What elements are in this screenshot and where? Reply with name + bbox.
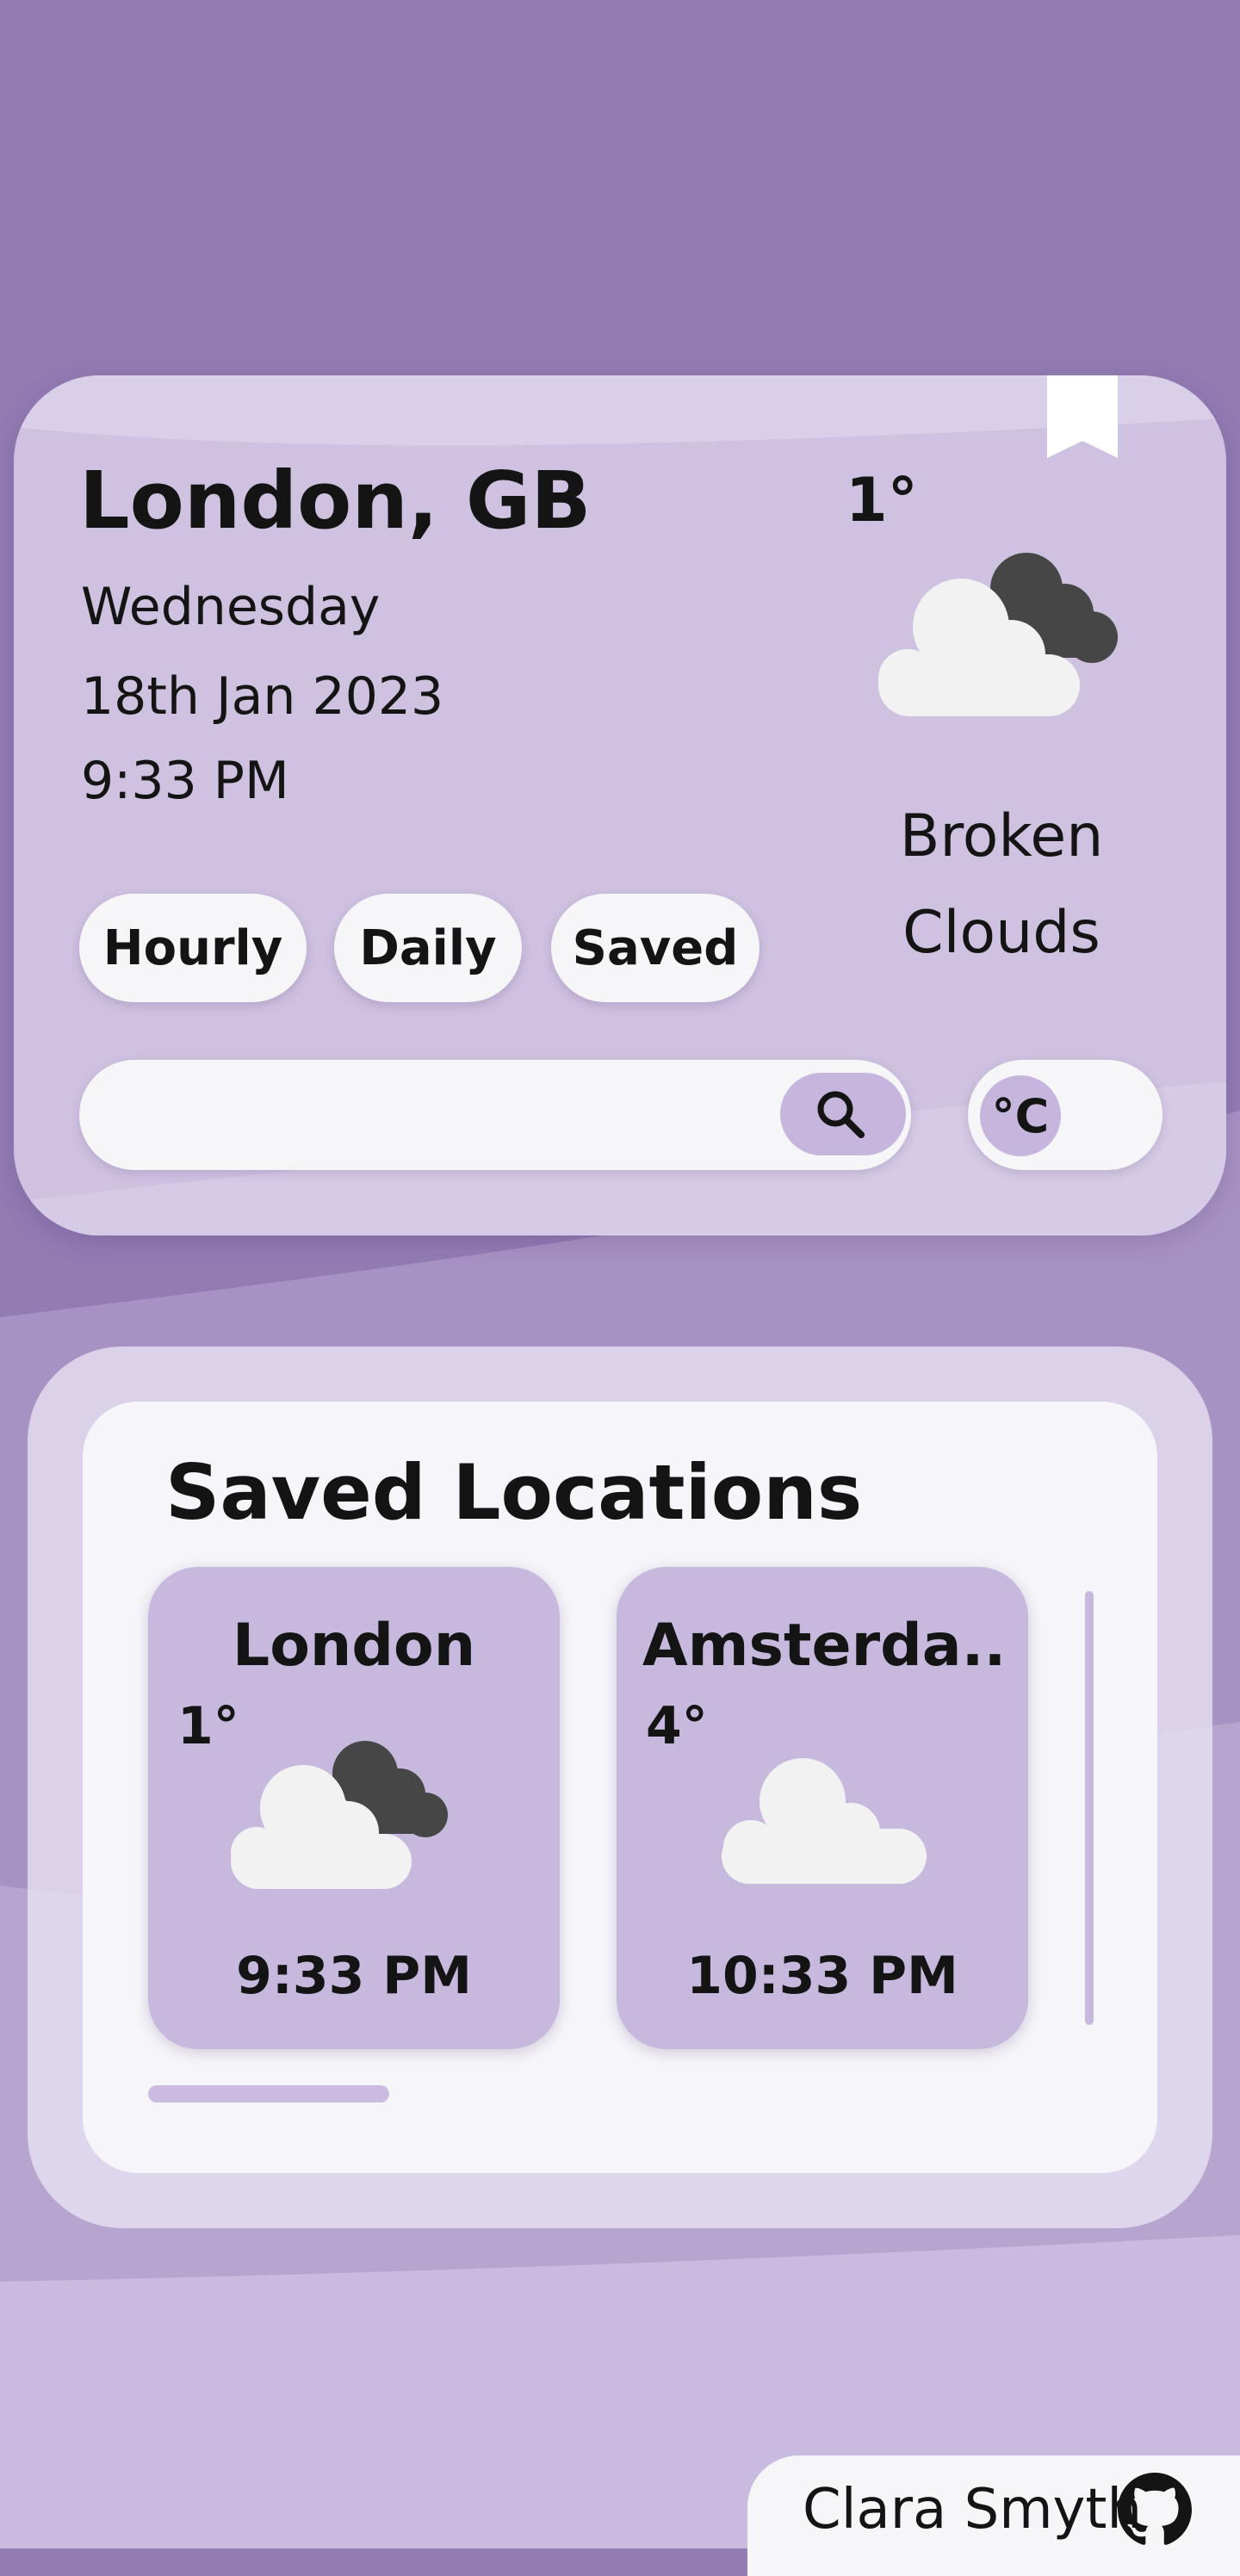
bookmark-icon[interactable]	[1044, 375, 1121, 465]
city-title: London, GB	[79, 455, 592, 547]
condition-line-2: Clouds	[902, 899, 1100, 967]
weather-condition: Broken Clouds	[834, 789, 1169, 981]
author-name: Clara Smyth	[803, 2478, 1143, 2542]
saved-location-card-amsterdam[interactable]: Amsterda... 4° 10:33 PM	[617, 1567, 1028, 2049]
current-weather-card: London, GB Wednesday 18th Jan 2023 9:33 …	[14, 375, 1226, 1235]
condition-line-1: Broken	[899, 802, 1104, 870]
footer-credit[interactable]: Clara Smyth	[747, 2455, 1240, 2576]
current-temperature: 1°	[846, 465, 918, 536]
saved-location-card-london[interactable]: London 1° 9:33 PM	[148, 1567, 560, 2049]
saved-locations-card: Saved Locations London 1° 9:33 PM Amster…	[83, 1402, 1157, 2173]
search-button[interactable]	[780, 1073, 906, 1155]
github-icon[interactable]	[1118, 2473, 1192, 2547]
location-name: Amsterda...	[642, 1612, 1002, 1680]
broken-clouds-icon	[878, 553, 1118, 716]
saved-location-card-next[interactable]	[1085, 1591, 1094, 2025]
tab-daily[interactable]: Daily	[334, 894, 522, 1002]
tab-saved[interactable]: Saved	[551, 894, 760, 1002]
weekday-label: Wednesday	[81, 577, 381, 637]
location-temperature: 1°	[177, 1696, 239, 1756]
horizontal-scrollbar[interactable]	[148, 2085, 389, 2102]
search-input[interactable]	[114, 1081, 789, 1151]
location-time: 10:33 PM	[686, 1946, 958, 2006]
time-label: 9:33 PM	[81, 751, 289, 811]
search-icon	[817, 1091, 865, 1138]
unit-toggle[interactable]: °C	[968, 1060, 1162, 1170]
date-label: 18th Jan 2023	[81, 666, 444, 727]
location-temperature: 4°	[646, 1696, 708, 1756]
unit-toggle-knob: °C	[980, 1075, 1061, 1156]
search-bar	[79, 1060, 911, 1170]
saved-locations-title: Saved Locations	[165, 1448, 863, 1537]
broken-clouds-icon	[231, 1741, 448, 1889]
tab-hourly[interactable]: Hourly	[79, 894, 307, 1002]
location-name: London	[232, 1612, 476, 1680]
cloud-icon	[722, 1758, 927, 1884]
location-time: 9:33 PM	[236, 1946, 472, 2006]
